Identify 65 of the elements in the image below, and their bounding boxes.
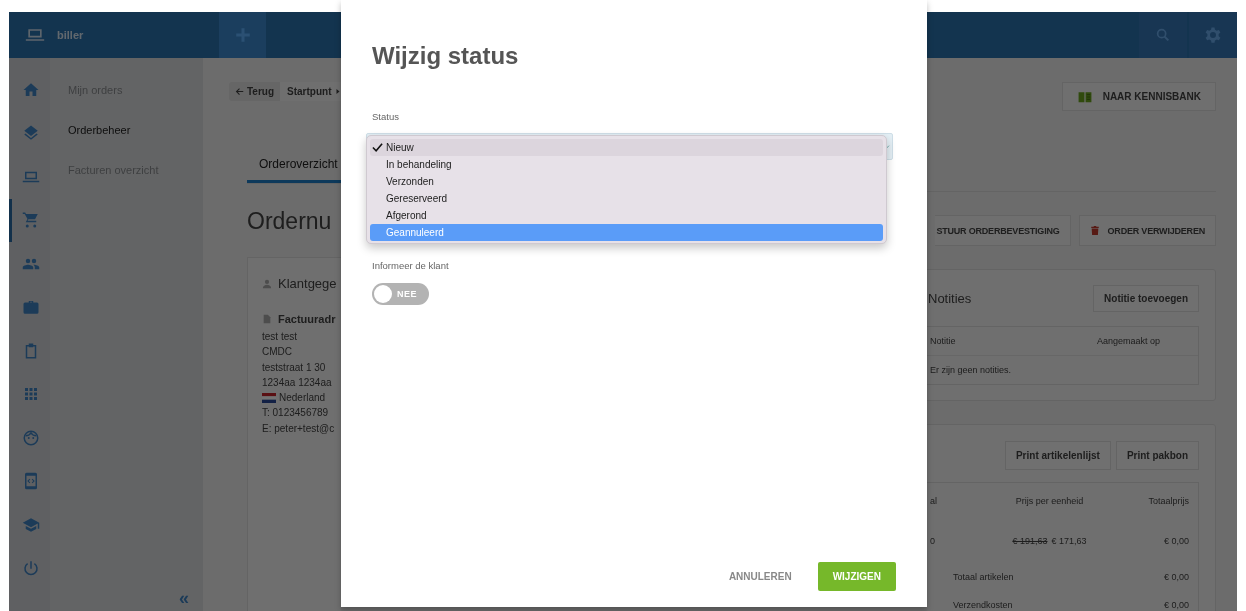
check-icon — [372, 142, 383, 153]
field-label: Status — [372, 111, 400, 122]
old-price: € 191,63 — [1012, 536, 1048, 546]
trash-icon — [1089, 224, 1100, 237]
smiley-icon — [22, 428, 40, 447]
knowledge-base-button[interactable]: NAAR KENNISBANK — [1061, 82, 1216, 111]
dropdown-option[interactable]: Gereserveerd — [370, 190, 883, 207]
delete-order-button[interactable]: ORDER VERWIJDEREN — [1078, 215, 1216, 246]
address-line: 1234aa 1234aa — [262, 375, 333, 390]
table-cell: € 171,63 — [1051, 536, 1087, 546]
code-device-icon — [22, 472, 40, 491]
summary-value: € 0,00 — [1163, 572, 1189, 582]
dropdown-option[interactable]: In behandeling — [370, 156, 883, 173]
address-line: T: 0123456789 — [262, 406, 330, 421]
book-icon — [1076, 89, 1093, 104]
dropdown-option[interactable]: Verzonden — [370, 173, 883, 190]
search-button[interactable] — [1139, 12, 1187, 58]
address-line: teststraat 1 30 — [262, 360, 327, 375]
card-title: Klantgege — [278, 276, 337, 291]
column-header: Notitie — [930, 336, 957, 346]
summary-label: Totaal artikelen — [953, 572, 1014, 582]
flag-icon — [262, 392, 276, 403]
address-line: Nederland — [279, 391, 326, 406]
section-title: Factuuradr — [278, 313, 336, 325]
toggle-switch[interactable]: NEE — [372, 283, 429, 305]
back-button[interactable]: Terug — [229, 82, 281, 101]
print-button[interactable]: Print artikelenlijst — [1004, 441, 1111, 470]
send-confirmation-button[interactable]: STUUR ORDERBEVESTIGING — [935, 215, 1071, 246]
table-cell-text: € 0,00 — [1162, 536, 1189, 546]
power-icon — [22, 559, 40, 578]
dropdown-option[interactable]: Afgerond — [370, 207, 883, 224]
column-header: Prijs per eenheid — [1015, 496, 1084, 506]
card-title: Notities — [927, 291, 972, 306]
page-heading: Ordernu — [247, 208, 333, 235]
briefcase-icon — [22, 298, 40, 317]
caret-right-icon — [334, 88, 341, 95]
settings-icon — [1204, 26, 1222, 44]
cancel-button[interactable]: ANNULEREN — [728, 571, 792, 582]
arrow-left-icon — [235, 87, 244, 96]
collapse-button[interactable]: « — [179, 588, 189, 609]
column-header: Aangemaakt op — [1097, 336, 1162, 346]
subnav-item[interactable]: Orderbeheer — [68, 124, 131, 136]
summary-value: € 0,00 — [1163, 600, 1189, 610]
column-header: al — [930, 496, 938, 506]
cart-icon — [22, 211, 40, 230]
app-name: biller — [57, 29, 84, 41]
print-button[interactable]: Print pakbon — [1115, 441, 1199, 470]
dialog-title: Wijzig status — [372, 42, 520, 70]
address-line: E: peter+test@c — [262, 421, 336, 436]
dropdown-option[interactable]: Geannuleerd — [370, 224, 883, 241]
add-note-button[interactable]: Notitie toevoegen — [1093, 285, 1199, 312]
person-icon — [262, 278, 272, 289]
search-icon — [1155, 27, 1171, 43]
settings-button[interactable] — [1189, 12, 1237, 58]
field-label: Informeer de klant — [372, 260, 450, 271]
summary-label: Verzendkosten — [953, 600, 1013, 610]
confirm-button[interactable]: WIJZIGEN — [817, 562, 896, 591]
column-header: Totaalprijs — [1147, 496, 1189, 506]
table-cell: 0 — [930, 536, 935, 546]
address-line: test test — [262, 330, 298, 344]
address-line: CMDC — [262, 345, 293, 360]
empty-message: Er zijn geen notities. — [930, 365, 1012, 375]
dropdown-option[interactable]: Nieuw — [370, 139, 883, 156]
add-button[interactable] — [219, 12, 266, 58]
document-icon — [262, 313, 272, 325]
